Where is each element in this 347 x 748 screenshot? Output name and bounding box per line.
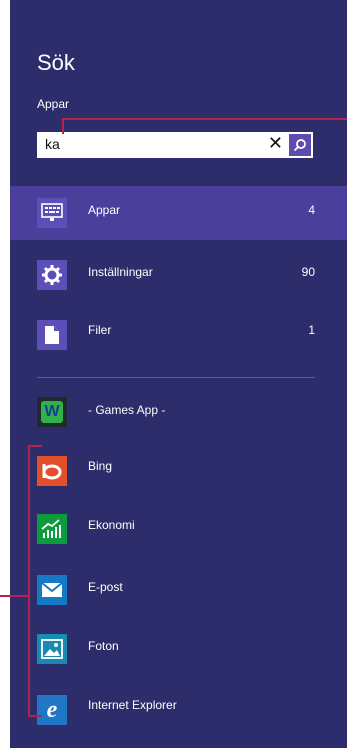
callout-bracket	[28, 715, 42, 717]
category-label: Appar	[88, 203, 121, 217]
result-label: Ekonomi	[88, 518, 135, 532]
result-label: - Games App -	[88, 403, 166, 417]
internet-explorer-icon: e	[37, 695, 67, 725]
category-label: Inställningar	[88, 265, 153, 279]
ekonomi-chart-icon	[37, 514, 67, 544]
result-label: Internet Explorer	[88, 698, 177, 712]
callout-line	[62, 118, 347, 120]
search-button[interactable]	[289, 134, 311, 156]
photos-icon	[37, 634, 67, 664]
category-count: 1	[308, 323, 315, 337]
callout-bracket	[28, 445, 42, 447]
search-query-text: ka	[45, 136, 60, 152]
games-app-icon: W	[37, 397, 67, 427]
callout-bracket	[28, 445, 30, 717]
search-scope-label: Appar	[37, 97, 70, 111]
keyboard-monitor-icon	[37, 198, 67, 228]
bing-icon	[37, 456, 67, 486]
divider	[37, 377, 315, 378]
category-count: 90	[301, 265, 315, 279]
callout-line	[62, 118, 64, 134]
result-label: Foton	[88, 639, 119, 653]
result-label: E-post	[88, 580, 123, 594]
file-icon	[37, 320, 67, 350]
callout-line	[0, 595, 30, 597]
mail-icon	[37, 575, 67, 605]
search-icon	[293, 139, 306, 152]
close-icon[interactable]: ✕	[268, 133, 283, 154]
result-label: Bing	[88, 459, 113, 473]
category-count: 4	[308, 203, 315, 217]
gear-icon	[37, 260, 67, 290]
category-label: Filer	[88, 323, 112, 337]
search-input[interactable]: ka ✕	[37, 132, 313, 158]
page-title: Sök	[37, 50, 75, 75]
